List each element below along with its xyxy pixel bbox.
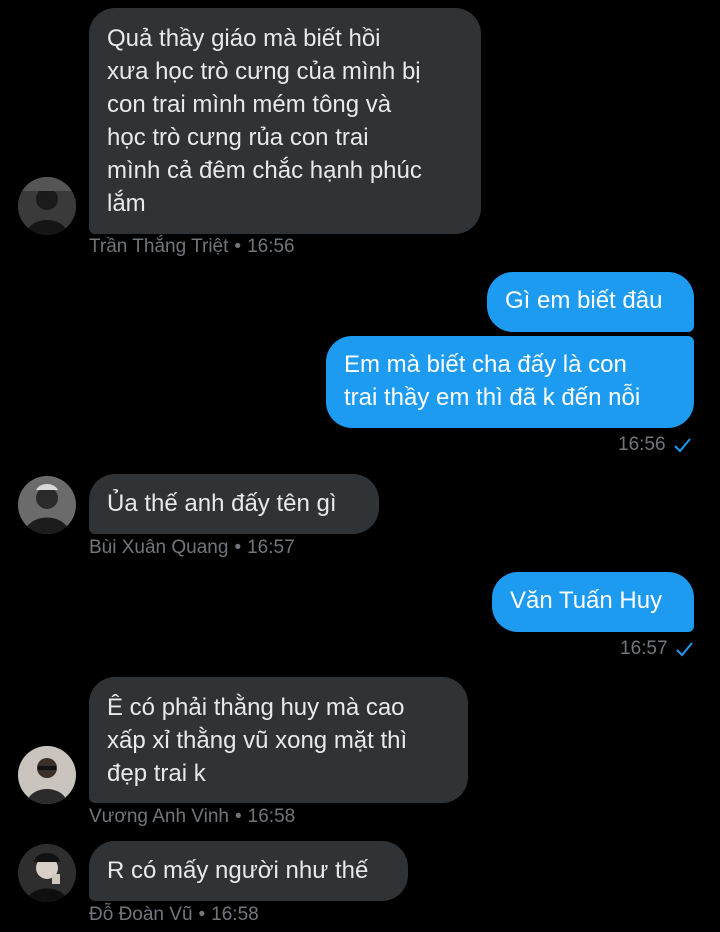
avatar-icon[interactable] — [18, 746, 76, 804]
read-check-icon — [674, 639, 694, 659]
incoming-message-bubble[interactable]: R có mấy người như thế — [89, 841, 408, 901]
incoming-message-bubble[interactable]: Ê có phải thằng huy mà cao xấp xỉ thằng … — [89, 677, 468, 803]
message-status: 16:57 — [620, 638, 694, 660]
message-time: 16:58 — [247, 806, 296, 827]
message-meta: Vương Anh Vinh • 16:58 — [89, 806, 295, 828]
avatar-icon[interactable] — [18, 476, 76, 534]
meta-separator: • — [235, 806, 242, 827]
conversation-thread: Quả thầy giáo mà biết hồi xưa học trò cư… — [0, 0, 720, 932]
incoming-message-bubble[interactable]: Quả thầy giáo mà biết hồi xưa học trò cư… — [89, 8, 481, 234]
message-time: 16:58 — [211, 904, 259, 925]
avatar-icon[interactable] — [18, 177, 76, 235]
message-status: 16:56 — [618, 434, 692, 456]
sender-name[interactable]: Trần Thắng Triệt — [89, 236, 228, 257]
avatar-icon[interactable] — [18, 844, 76, 902]
outgoing-message-bubble[interactable]: Văn Tuấn Huy — [492, 572, 694, 632]
incoming-message-bubble[interactable]: Ủa thế anh đấy tên gì — [89, 474, 379, 534]
outgoing-message-bubble[interactable]: Gì em biết đâu — [487, 272, 694, 332]
outgoing-message-bubble[interactable]: Em mà biết cha đấy là con trai thầy em t… — [326, 336, 694, 428]
message-time: 16:56 — [247, 236, 295, 257]
message-meta: Trần Thắng Triệt • 16:56 — [89, 236, 295, 258]
sender-name[interactable]: Vương Anh Vinh — [89, 806, 229, 827]
meta-separator: • — [234, 236, 242, 257]
message-time: 16:57 — [620, 638, 668, 659]
sender-name[interactable]: Bùi Xuân Quang — [89, 537, 228, 558]
message-meta: Đỗ Đoàn Vũ • 16:58 — [89, 904, 259, 926]
meta-separator: • — [234, 537, 242, 558]
message-time: 16:57 — [247, 537, 295, 558]
meta-separator: • — [198, 904, 206, 925]
sender-name[interactable]: Đỗ Đoàn Vũ — [89, 904, 193, 925]
read-check-icon — [672, 435, 692, 455]
message-time: 16:56 — [618, 434, 666, 455]
message-meta: Bùi Xuân Quang • 16:57 — [89, 537, 295, 559]
